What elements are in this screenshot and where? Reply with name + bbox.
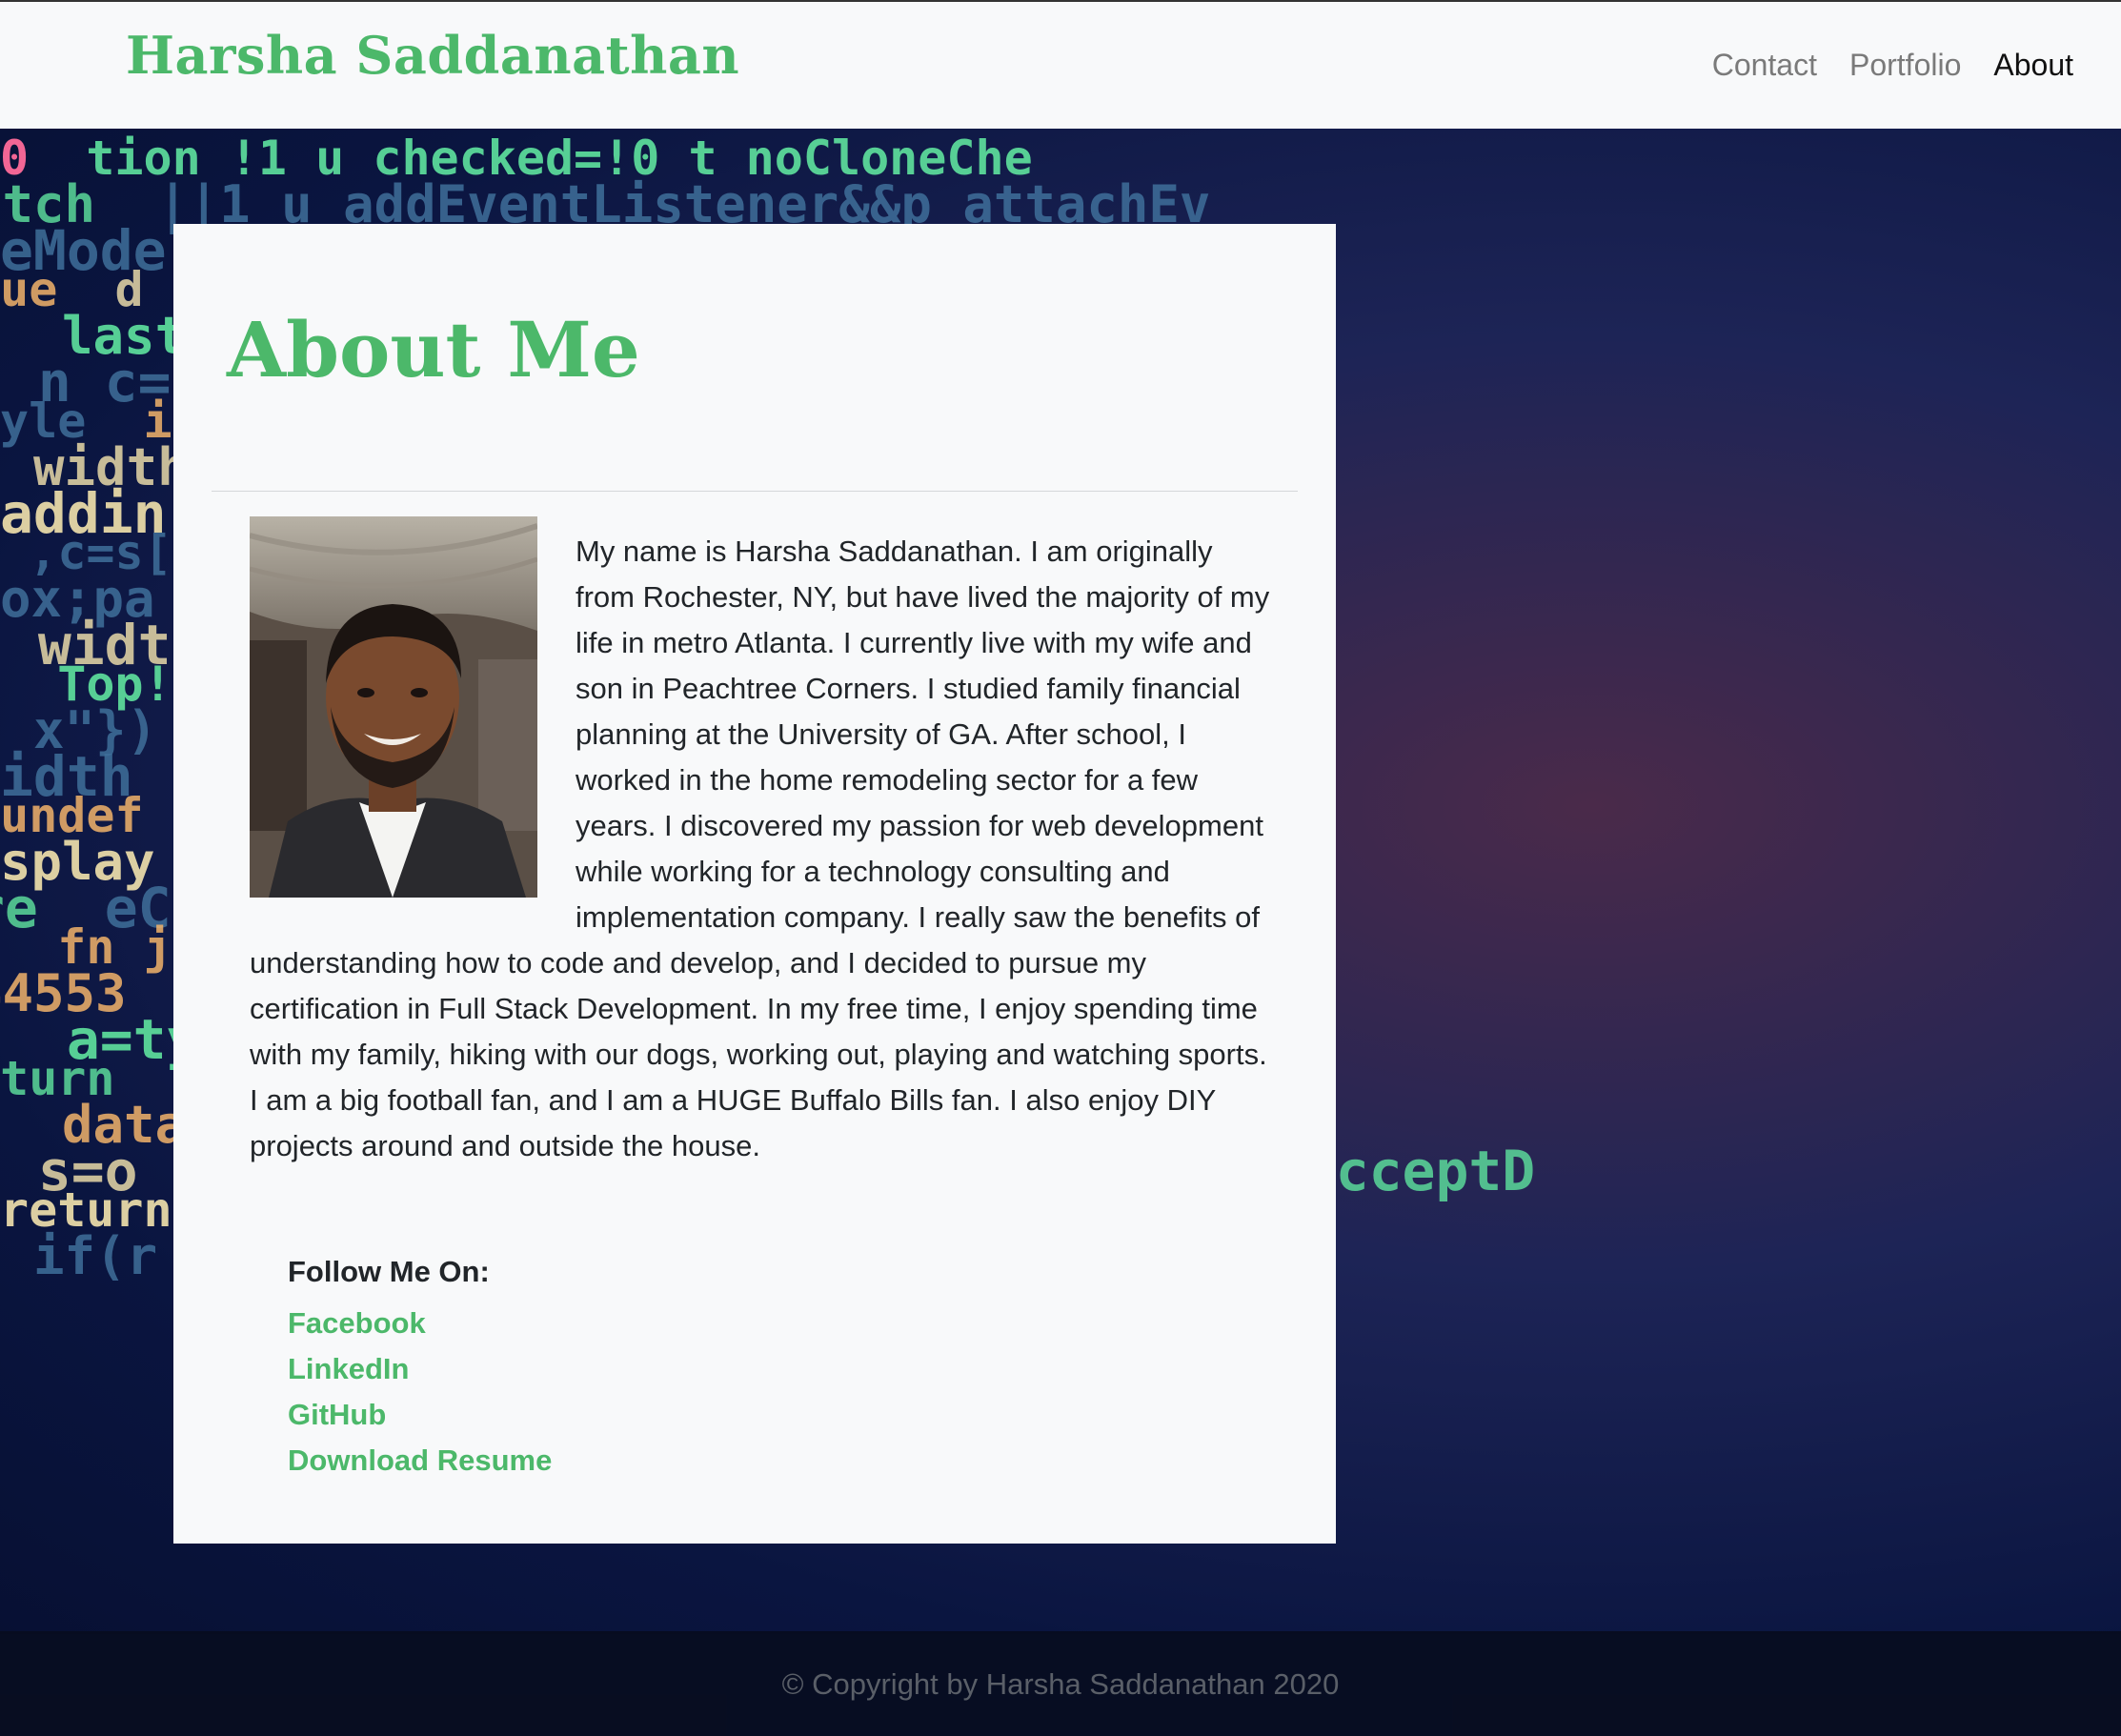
social-links: Facebook LinkedIn GitHub Download Resume (288, 1301, 552, 1484)
copyright-text: © Copyright by Harsha Saddanathan 2020 (781, 1667, 1340, 1701)
nav-link-about[interactable]: About (1993, 48, 2073, 83)
linkedin-link[interactable]: LinkedIn (288, 1346, 552, 1392)
bio-text: My name is Harsha Saddanathan. I am orig… (250, 535, 1270, 1162)
nav-link-contact[interactable]: Contact (1712, 48, 1817, 83)
about-card: About Me My name is Harsha Saddanathan. … (173, 224, 1336, 1544)
navbar: Harsha Saddanathan Contact Portfolio Abo… (0, 0, 2121, 129)
page-title: About Me (227, 305, 640, 394)
follow-title: Follow Me On: (288, 1255, 490, 1288)
brand-link[interactable]: Harsha Saddanathan (126, 25, 739, 86)
download-resume-link[interactable]: Download Resume (288, 1438, 552, 1484)
facebook-link[interactable]: Facebook (288, 1301, 552, 1346)
divider (212, 491, 1298, 492)
github-link[interactable]: GitHub (288, 1392, 552, 1438)
footer: © Copyright by Harsha Saddanathan 2020 (0, 1631, 2121, 1736)
nav-links: Contact Portfolio About (1712, 48, 2073, 83)
nav-link-portfolio[interactable]: Portfolio (1849, 48, 1961, 83)
